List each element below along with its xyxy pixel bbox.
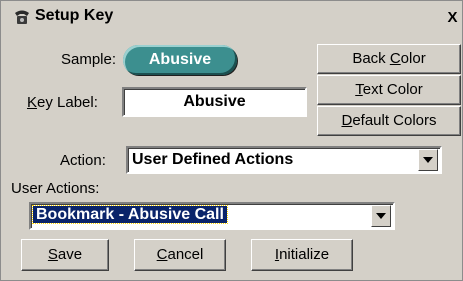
action-select[interactable]: User Defined Actions xyxy=(126,146,442,174)
key-label-input[interactable]: Abusive xyxy=(122,87,307,117)
user-actions-label: User Actions: xyxy=(11,180,100,197)
sample-label: Sample: xyxy=(61,51,117,68)
cancel-button[interactable]: Cancel xyxy=(134,239,226,271)
default-colors-button[interactable]: Default Colors xyxy=(317,106,461,136)
title-bar[interactable]: Setup Key X xyxy=(1,1,462,32)
close-button[interactable]: X xyxy=(444,9,461,26)
phone-icon xyxy=(12,7,32,27)
save-button[interactable]: Save xyxy=(21,239,109,271)
setup-key-dialog: Setup Key X Sample: Abusive Key Label: A… xyxy=(0,0,463,281)
key-label-label-rest: ey Label: xyxy=(37,94,98,111)
user-actions-dropdown-button[interactable] xyxy=(371,205,391,227)
user-actions-selected-value: Bookmark - Abusive Call xyxy=(32,205,228,224)
window-title: Setup Key xyxy=(35,7,114,24)
user-actions-selected-text: Bookmark - Abusive Call xyxy=(32,205,228,224)
text-color-button[interactable]: Text Color xyxy=(317,75,461,105)
sample-preview: Abusive xyxy=(123,45,237,75)
back-color-button[interactable]: Back Color xyxy=(317,44,461,74)
action-selected-value: User Defined Actions xyxy=(132,151,294,168)
chevron-down-icon xyxy=(423,157,433,163)
initialize-button[interactable]: Initialize xyxy=(251,239,353,271)
chevron-down-icon xyxy=(376,213,386,219)
user-actions-select[interactable]: Bookmark - Abusive Call xyxy=(29,202,395,230)
action-dropdown-button[interactable] xyxy=(418,149,438,171)
action-label: Action: xyxy=(60,152,106,169)
key-label-label: Key Label: xyxy=(27,94,98,111)
